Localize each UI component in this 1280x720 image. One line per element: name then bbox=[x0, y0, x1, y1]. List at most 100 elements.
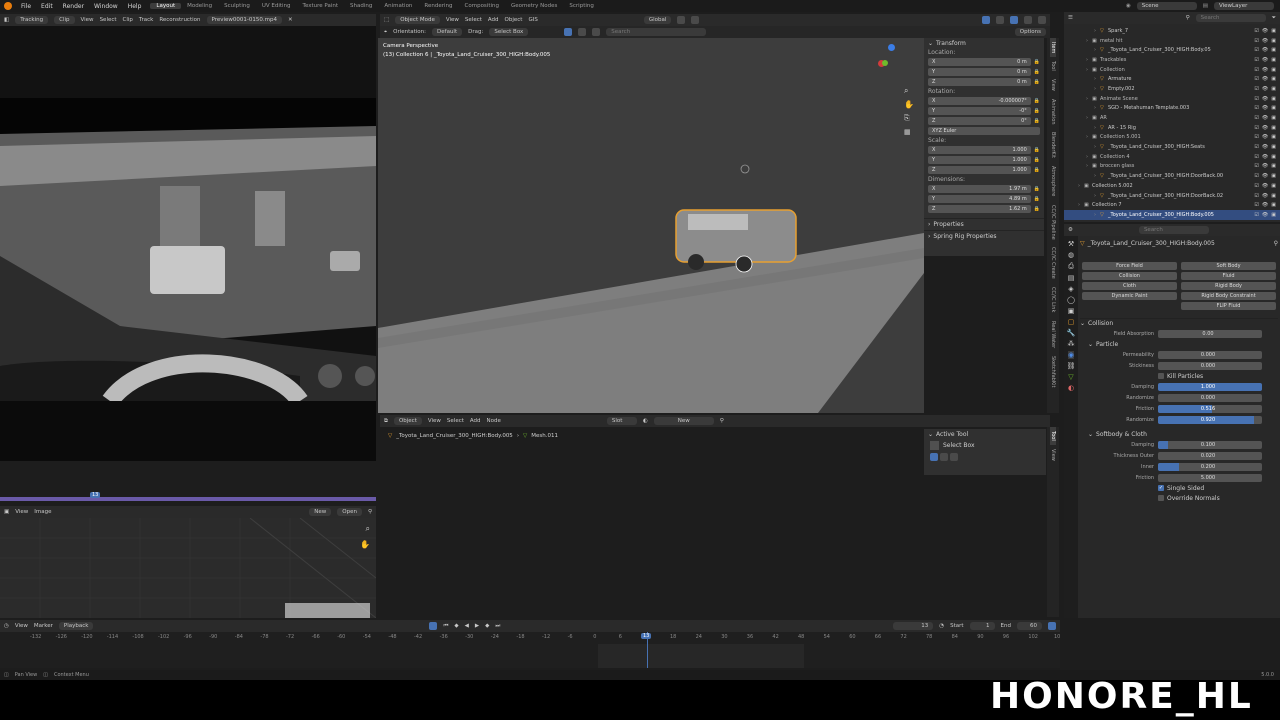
timeline-menu-playback[interactable]: Playback bbox=[58, 622, 94, 630]
eye-icon[interactable]: 👁 bbox=[1262, 144, 1268, 150]
outliner-type-icon[interactable]: ☰ bbox=[1068, 15, 1073, 21]
camera-view-icon[interactable] bbox=[1048, 622, 1056, 630]
friction-slider[interactable]: 0.516 bbox=[1158, 404, 1262, 413]
eye-icon[interactable]: 👁 bbox=[1262, 154, 1268, 160]
sb-damping-slider[interactable]: 0.100 bbox=[1158, 440, 1262, 449]
stickiness-field[interactable]: 0.000 bbox=[1158, 361, 1262, 370]
slot-select[interactable]: Slot bbox=[606, 417, 637, 425]
viewport-type-icon[interactable]: ⬚ bbox=[384, 17, 389, 23]
view-layer-field[interactable]: ViewLayer bbox=[1214, 2, 1274, 10]
checkbox-icon[interactable]: ☑ bbox=[1254, 76, 1258, 82]
node-menu-add[interactable]: Add bbox=[470, 418, 481, 424]
dimension-z-field[interactable]: Z 1.62 m bbox=[928, 205, 1031, 213]
modifier-tab-icon[interactable]: 🔧 bbox=[1067, 329, 1076, 337]
image-new-button[interactable]: New bbox=[309, 508, 332, 516]
data-tab-icon[interactable]: ▽ bbox=[1068, 373, 1073, 381]
tab-cc-pipeline[interactable]: CC/iC Pipeline bbox=[1050, 201, 1056, 244]
gizmo-z-axis-icon[interactable] bbox=[888, 44, 895, 51]
overlay-icon[interactable] bbox=[982, 16, 990, 24]
physics-button[interactable]: Collision bbox=[1082, 272, 1177, 280]
clock-icon[interactable]: ◔ bbox=[939, 623, 944, 629]
start-field[interactable]: 1 bbox=[969, 622, 995, 630]
properties-header[interactable]: › Properties bbox=[924, 218, 1044, 230]
scene-field[interactable]: Scene bbox=[1136, 2, 1197, 10]
camera-icon[interactable]: ▣ bbox=[1271, 183, 1276, 189]
outliner-item[interactable]: › ▣ Collection 7 ☑ 👁 ▣ bbox=[1064, 200, 1280, 210]
eye-icon[interactable]: 👁 bbox=[1262, 47, 1268, 53]
location-y-field[interactable]: Y 0 m bbox=[928, 68, 1031, 76]
checkbox-icon[interactable]: ☑ bbox=[1254, 28, 1258, 34]
sb-friction-field[interactable]: 5.000 bbox=[1158, 473, 1262, 482]
eye-icon[interactable]: 👁 bbox=[1262, 96, 1268, 102]
properties-type-icon[interactable]: ⚙ bbox=[1068, 227, 1073, 233]
checkbox-icon[interactable]: ☑ bbox=[1254, 183, 1258, 189]
object-type-select[interactable]: Object bbox=[393, 417, 422, 425]
lock-icon[interactable]: 🔒 bbox=[1034, 186, 1040, 192]
randomize-field[interactable]: 0.000 bbox=[1158, 393, 1262, 402]
image-menu-image[interactable]: Image bbox=[34, 509, 51, 515]
eye-icon[interactable]: 👁 bbox=[1262, 125, 1268, 131]
camera-icon[interactable]: ▣ bbox=[1271, 154, 1276, 160]
lock-icon[interactable]: 🔒 bbox=[1034, 98, 1040, 104]
softbody-header[interactable]: ⌄ Softbody & Cloth bbox=[1080, 429, 1278, 439]
eye-icon[interactable]: 👁 bbox=[1262, 115, 1268, 121]
eye-icon[interactable]: 👁 bbox=[1262, 76, 1268, 82]
lock-icon[interactable]: 🔒 bbox=[1034, 59, 1040, 65]
grid-icon[interactable]: ▦ bbox=[904, 128, 911, 136]
tab-sketchfabkit[interactable]: SketchfabKit bbox=[1050, 352, 1056, 391]
clip-menu-reconstruction[interactable]: Reconstruction bbox=[159, 17, 200, 23]
pin-icon[interactable]: ⚲ bbox=[1274, 240, 1278, 247]
transform-global-select[interactable]: Global bbox=[643, 16, 672, 24]
camera-icon[interactable]: ▣ bbox=[1271, 38, 1276, 44]
camera-icon[interactable]: ▣ bbox=[1271, 47, 1276, 53]
outliner-item[interactable]: › ▽ _Toyota_Land_Cruiser_300_HIGH:DoorBa… bbox=[1064, 191, 1280, 201]
timeline-menu-view[interactable]: View bbox=[15, 623, 28, 629]
menu-edit[interactable]: Edit bbox=[36, 3, 58, 10]
lock-icon[interactable]: 🔒 bbox=[1034, 79, 1040, 85]
lock-icon[interactable]: 🔒 bbox=[1034, 108, 1040, 114]
outliner-item[interactable]: › ▣ Collection 5.002 ☑ 👁 ▣ bbox=[1064, 181, 1280, 191]
checkbox-icon[interactable]: ☑ bbox=[1254, 125, 1258, 131]
zoom-icon[interactable]: ⌕ bbox=[904, 86, 908, 96]
dimension-x-field[interactable]: X 1.97 m bbox=[928, 185, 1031, 193]
image-open-button[interactable]: Open bbox=[337, 508, 362, 516]
viewport-menu-view[interactable]: View bbox=[446, 17, 459, 23]
outliner-item[interactable]: › ▣ Animate Scene ☑ 👁 ▣ bbox=[1064, 94, 1280, 104]
timeline-type-icon[interactable]: ◷ bbox=[4, 623, 9, 629]
scale-z-field[interactable]: Z 1.000 bbox=[928, 166, 1031, 174]
current-frame-field[interactable]: 13 bbox=[893, 622, 934, 630]
tab-uv-editing[interactable]: UV Editing bbox=[256, 3, 297, 9]
pin-icon[interactable]: ⚲ bbox=[720, 418, 724, 424]
tab-atmosphere[interactable]: Atmosphere bbox=[1050, 162, 1056, 200]
timeline-menu-marker[interactable]: Marker bbox=[34, 623, 53, 629]
viewport-menu-object[interactable]: Object bbox=[505, 17, 523, 23]
checkbox-icon[interactable]: ☑ bbox=[1254, 96, 1258, 102]
eye-icon[interactable]: 👁 bbox=[1262, 193, 1268, 199]
physics-button[interactable]: Soft Body bbox=[1181, 262, 1276, 270]
camera-icon[interactable]: ▣ bbox=[1271, 86, 1276, 92]
clip-editor-type-icon[interactable]: ◧ bbox=[4, 17, 9, 23]
physics-button[interactable]: FLIP Fluid bbox=[1181, 302, 1276, 310]
camera-icon[interactable]: ▣ bbox=[1271, 144, 1276, 150]
camera-icon[interactable]: ▣ bbox=[1271, 76, 1276, 82]
camera-icon[interactable]: ▣ bbox=[1271, 173, 1276, 179]
select-mode-extend-icon[interactable] bbox=[578, 28, 587, 36]
checkbox-icon[interactable]: ☑ bbox=[1254, 86, 1258, 92]
camera-icon[interactable]: ▣ bbox=[1271, 105, 1276, 111]
outliner-item[interactable]: › ▽ _Toyota_Land_Cruiser_300_HIGH:Body.0… bbox=[1064, 45, 1280, 55]
output-tab-icon[interactable]: ⎙ bbox=[1068, 262, 1074, 271]
outliner-item[interactable]: › ▣ Collection 4 ☑ 👁 ▣ bbox=[1064, 152, 1280, 162]
tab-item[interactable]: Item bbox=[1050, 38, 1056, 58]
new-material-button[interactable]: New bbox=[653, 417, 714, 425]
end-field[interactable]: 60 bbox=[1017, 622, 1042, 630]
auto-keying-icon[interactable] bbox=[429, 622, 438, 630]
tab-animation[interactable]: Animation bbox=[1050, 95, 1056, 129]
camera-icon[interactable]: ⎘ bbox=[904, 114, 910, 123]
location-z-field[interactable]: Z 0 m bbox=[928, 78, 1031, 86]
checkbox-icon[interactable]: ☑ bbox=[1254, 67, 1258, 73]
checkbox-icon[interactable]: ☑ bbox=[1254, 38, 1258, 44]
constraints-tab-icon[interactable]: ⛓ bbox=[1067, 362, 1076, 370]
clip-footage[interactable] bbox=[0, 26, 376, 496]
tab-compositing[interactable]: Compositing bbox=[459, 3, 505, 9]
menu-help[interactable]: Help bbox=[123, 3, 147, 10]
